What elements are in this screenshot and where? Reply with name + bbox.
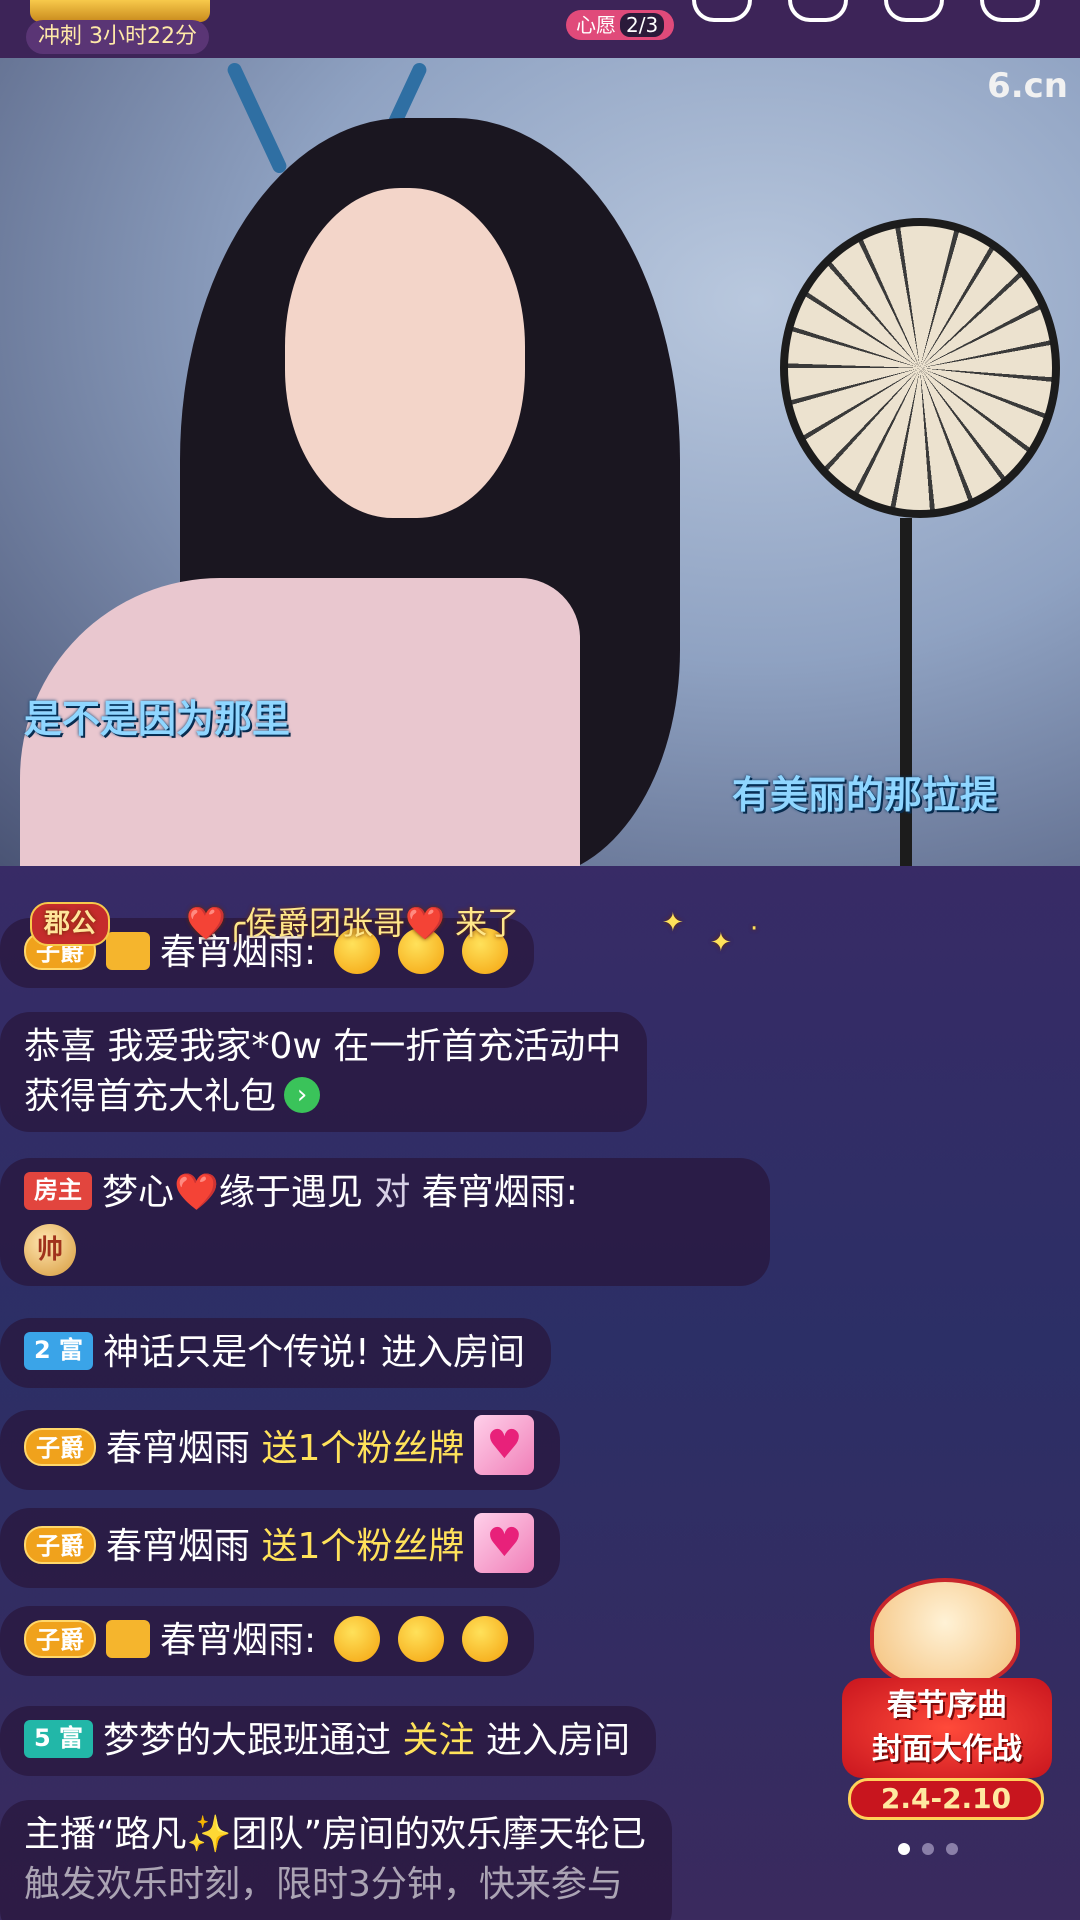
top-bar: 冲刺 3小时22分 心愿 2/3 [0,0,1080,58]
sprint-timer: 冲刺 3小时22分 [26,20,209,54]
chat-username[interactable]: 春宵烟雨 [106,1526,250,1567]
wish-count: 2/3 [620,13,665,37]
entrance-banner: 郡公 ❤️╭侯爵团张哥❤️ 来了 ✦ ✦ · [30,898,780,958]
system-notice-line1: 恭喜 我爱我家*0w 在一折首充活动中 [24,1026,622,1067]
system-notice-line2: 获得首充大礼包 [24,1076,277,1117]
fan-badge-gift-icon: ♥ [474,1513,535,1573]
live-video[interactable]: 6.cn 是不是因为那里 有美丽的那拉提 [0,58,1080,866]
chat-message[interactable]: 房主 梦心❤️缘于遇见 对 春宵烟雨: 帅 [0,1158,770,1286]
heart-icon: ❤️ [174,1172,219,1213]
streamer-face [285,188,525,518]
rank-badge-zijue: 子爵 [24,1620,96,1658]
chat-username[interactable]: 春宵烟雨 [106,1428,250,1469]
wish-label: 心愿 [576,13,616,37]
carousel-dot[interactable] [898,1843,910,1855]
promo-date: 2.4-2.10 [848,1778,1044,1820]
carousel-dot[interactable] [946,1843,958,1855]
chat-username-suffix[interactable]: 缘于遇见 [219,1172,363,1213]
chat-message[interactable]: 主播“路凡✨团队”房间的欢乐摩天轮已 触发欢乐时刻，限时3分钟，快来参与 [0,1800,673,1920]
ox-mascot-icon [870,1578,1020,1688]
emoji-icon [334,1616,381,1662]
carousel-indicator[interactable] [898,1840,970,1859]
chat-text: 神话只是个传说! 进入房间 [103,1332,525,1373]
rank-badge-rich: 5 富 [24,1720,94,1758]
promo-title-line1: 春节序曲 [887,1688,1007,1723]
rank-badge-host: 房主 [24,1172,92,1210]
lyric-right: 有美丽的那拉提 [732,773,999,817]
viewer-avatar-icon[interactable] [692,0,752,22]
emoji-icon [462,1616,509,1662]
viewer-avatar-icon[interactable] [980,0,1040,22]
carousel-dot[interactable] [922,1843,934,1855]
viewer-avatar-icon[interactable] [884,0,944,22]
chat-username[interactable]: 梦梦的大跟班通过 [103,1720,391,1761]
studio-lamp [780,218,1060,518]
go-arrow-icon[interactable]: › [284,1077,321,1113]
user-avatar-icon [106,1620,150,1658]
rank-badge-zijue: 子爵 [24,1428,96,1466]
promo-banner[interactable]: 春节序曲 封面大作战 2.4-2.10 [830,1568,1060,1828]
wish-badge[interactable]: 心愿 2/3 [566,10,675,40]
rank-badge-rich: 2 富 [24,1332,94,1370]
sparkle-icon: ✦ [662,908,684,938]
chat-username[interactable]: 春宵烟雨: [160,1620,316,1661]
chat-username[interactable]: 梦心 [102,1172,174,1213]
chat-message[interactable]: 5 富梦梦的大跟班通过 关注 进入房间 [0,1706,657,1776]
promo-title: 春节序曲 封面大作战 [842,1678,1052,1778]
system-notice-line1: 主播“路凡✨团队”房间的欢乐摩天轮已 [24,1814,647,1855]
sparkle-icon: · [750,914,759,944]
chat-text: 进入房间 [486,1720,631,1761]
rank-badge[interactable] [30,0,210,22]
gift-action: 送1个粉丝牌 [261,1428,465,1469]
chat-message[interactable]: 子爵 春宵烟雨 送1个粉丝牌 ♥ [0,1410,561,1490]
antler-left [225,60,289,176]
chat-message[interactable]: 2 富神话只是个传说! 进入房间 [0,1318,551,1388]
site-logo: 6.cn [987,66,1068,106]
lyric-left: 是不是因为那里 [24,697,291,741]
promo-title-line2: 封面大作战 [872,1732,1022,1767]
entrance-text: ❤️╭侯爵团张哥❤️ 来了 [186,904,520,942]
follow-action: 关注 [402,1720,475,1761]
rank-badge-jungong: 郡公 [30,902,111,946]
emoji-icon [398,1616,445,1662]
gift-action: 送1个粉丝牌 [261,1526,465,1567]
fan-badge-gift-icon: ♥ [474,1415,535,1475]
system-notice-line2: 触发欢乐时刻，限时3分钟，快来参与 [24,1864,623,1905]
chat-target[interactable]: 春宵烟雨: [422,1172,578,1213]
sticker-shuai-icon: 帅 [24,1224,76,1276]
chat-message[interactable]: 子爵 春宵烟雨 送1个粉丝牌 ♥ [0,1508,561,1588]
viewer-avatar-icon[interactable] [788,0,848,22]
sparkle-icon: ✦ [710,928,732,958]
chat-message[interactable]: 子爵 春宵烟雨: [0,1606,535,1676]
chat-to: 对 [374,1172,411,1213]
rank-badge-zijue: 子爵 [24,1526,96,1564]
chat-message[interactable]: 恭喜 我爱我家*0w 在一折首充活动中 获得首充大礼包 › [0,1012,648,1132]
